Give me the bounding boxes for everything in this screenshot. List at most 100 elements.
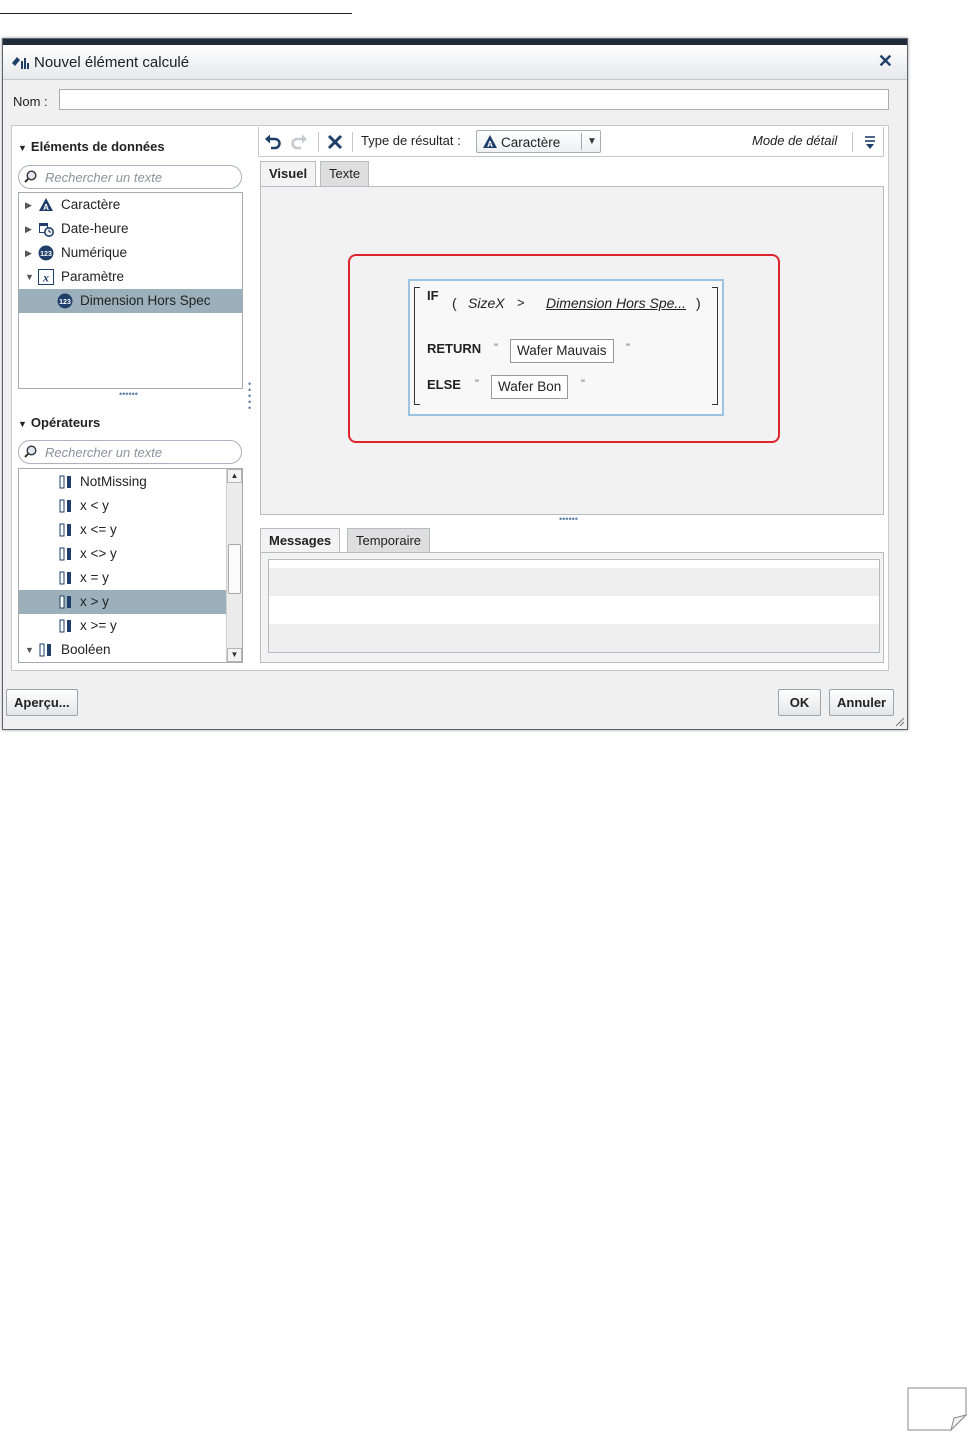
else-keyword: ELSE bbox=[427, 377, 461, 392]
tab-visual[interactable]: Visuel bbox=[260, 161, 317, 186]
operator-item[interactable]: x = y bbox=[19, 566, 226, 590]
operators-header[interactable]: ▼ Opérateurs bbox=[18, 415, 100, 430]
svg-text:123: 123 bbox=[59, 299, 71, 306]
scroll-up-arrow-icon[interactable]: ▲ bbox=[227, 469, 242, 483]
return-keyword: RETURN bbox=[427, 341, 482, 356]
horizontal-splitter[interactable]: •••••• bbox=[119, 390, 138, 399]
editor-toolbar: Type de résultat : A Caractère ▼ Mode de… bbox=[258, 127, 884, 157]
page-top-rule bbox=[0, 13, 352, 14]
tree-item-character[interactable]: ▶ A Caractère bbox=[19, 193, 242, 217]
boolean-icon bbox=[38, 642, 54, 658]
svg-text:123: 123 bbox=[40, 251, 52, 258]
character-icon: A bbox=[39, 198, 53, 212]
tab-messages[interactable]: Messages bbox=[260, 528, 341, 553]
parameter-icon: x bbox=[38, 269, 54, 285]
tab-temporary[interactable]: Temporaire bbox=[347, 528, 431, 553]
search-placeholder: Rechercher un texte bbox=[45, 170, 163, 185]
operator-icon bbox=[58, 474, 74, 490]
message-row bbox=[269, 568, 879, 596]
overflow-menu-icon[interactable] bbox=[861, 133, 879, 151]
dropdown-arrow-icon[interactable]: ▼ bbox=[581, 133, 597, 150]
ok-button[interactable]: OK bbox=[778, 689, 821, 716]
cancel-button[interactable]: Annuler bbox=[829, 689, 895, 716]
close-parenthesis: ) bbox=[696, 295, 701, 311]
visual-editor-canvas[interactable]: IF ( SizeX > Dimension Hors Spe... ) RET… bbox=[260, 186, 884, 515]
collapse-arrow-icon[interactable]: ▼ bbox=[25, 265, 34, 289]
operator-item[interactable]: x >= y bbox=[19, 614, 226, 638]
numeric-icon: 123 bbox=[38, 245, 54, 261]
result-type-value: Caractère bbox=[501, 135, 561, 150]
search-icon bbox=[24, 445, 37, 458]
expand-arrow-icon[interactable]: ▶ bbox=[25, 241, 32, 265]
redo-icon[interactable] bbox=[290, 133, 308, 151]
preview-button[interactable]: Aperçu... bbox=[6, 689, 78, 716]
close-quote: " bbox=[626, 342, 630, 354]
result-type-label: Type de résultat : bbox=[361, 133, 461, 148]
operator-item[interactable]: x <> y bbox=[19, 542, 226, 566]
tab-text[interactable]: Texte bbox=[320, 161, 370, 186]
toolbar-separator bbox=[352, 132, 353, 152]
operator-item[interactable]: x <= y bbox=[19, 518, 226, 542]
scrollbar-thumb[interactable] bbox=[228, 544, 241, 594]
page-corner-icon bbox=[907, 1387, 967, 1431]
operator-icon bbox=[58, 618, 74, 634]
operators-scrollbar[interactable]: ▲ ▼ bbox=[226, 469, 242, 662]
messages-panel bbox=[260, 552, 884, 663]
search-placeholder: Rechercher un texte bbox=[45, 445, 163, 460]
toolbar-separator bbox=[318, 132, 319, 152]
data-items-tree: ▶ A Caractère ▶ Date-heure ▶ 123 Numériq… bbox=[18, 192, 243, 389]
operator-icon bbox=[58, 546, 74, 562]
datetime-icon bbox=[39, 223, 54, 237]
message-row bbox=[269, 596, 879, 624]
open-quote: " bbox=[475, 378, 479, 390]
calculated-item-dialog: Nouvel élément calculé ✕ Nom : ▼ Eléments… bbox=[2, 38, 908, 730]
right-operand-parameter[interactable]: Dimension Hors Spe... bbox=[546, 295, 686, 311]
scroll-down-arrow-icon[interactable]: ▼ bbox=[227, 648, 242, 662]
expand-arrow-icon[interactable]: ▶ bbox=[25, 217, 32, 241]
character-icon: A bbox=[483, 135, 497, 149]
operator-item[interactable]: NotMissing bbox=[19, 470, 226, 494]
delete-icon[interactable] bbox=[326, 133, 344, 151]
messages-list bbox=[268, 559, 880, 653]
svg-text:x: x bbox=[42, 271, 49, 285]
close-icon[interactable]: ✕ bbox=[878, 51, 893, 72]
operator-group-boolean[interactable]: ▼ Booléen bbox=[19, 638, 226, 662]
editor-splitter[interactable]: •••••• bbox=[559, 515, 578, 524]
resize-grip-icon[interactable] bbox=[895, 717, 905, 727]
dialog-header: Nouvel élément calculé ✕ bbox=[3, 45, 907, 80]
return-value-field[interactable]: Wafer Mauvais bbox=[510, 339, 614, 363]
tree-item-dimension-hors-spec[interactable]: 123 Dimension Hors Spec bbox=[19, 289, 242, 313]
left-operand[interactable]: SizeX bbox=[468, 295, 505, 311]
operator-item[interactable]: x < y bbox=[19, 494, 226, 518]
if-keyword: IF bbox=[427, 288, 439, 303]
tree-item-parameter[interactable]: ▼ x Paramètre bbox=[19, 265, 242, 289]
operator-icon bbox=[58, 498, 74, 514]
data-items-header[interactable]: ▼ Eléments de données bbox=[18, 139, 165, 154]
name-label: Nom : bbox=[13, 94, 48, 109]
data-items-search[interactable]: Rechercher un texte bbox=[18, 165, 242, 189]
collapse-arrow-icon[interactable]: ▼ bbox=[25, 638, 34, 662]
vertical-splitter[interactable]: • • • • • bbox=[248, 380, 252, 413]
tree-item-numeric[interactable]: ▶ 123 Numérique bbox=[19, 241, 242, 265]
toolbar-separator bbox=[852, 132, 853, 152]
tree-item-datetime[interactable]: ▶ Date-heure bbox=[19, 217, 242, 241]
search-icon bbox=[24, 170, 37, 183]
collapse-triangle-icon: ▼ bbox=[18, 143, 27, 153]
result-type-select[interactable]: A Caractère ▼ bbox=[476, 130, 601, 153]
svg-text:A: A bbox=[487, 140, 493, 149]
editor-body: ▼ Eléments de données Rechercher un texte… bbox=[11, 125, 889, 671]
undo-icon[interactable] bbox=[264, 133, 282, 151]
if-expression-block[interactable]: IF ( SizeX > Dimension Hors Spe... ) RET… bbox=[408, 279, 724, 416]
operator-item-selected[interactable]: x > y bbox=[19, 590, 226, 614]
comparison-operator[interactable]: > bbox=[517, 295, 525, 310]
collapse-triangle-icon: ▼ bbox=[18, 419, 27, 429]
calculated-item-icon bbox=[12, 57, 29, 69]
operators-list: NotMissing x < y x <= y x <> y x = y x >… bbox=[18, 468, 243, 663]
close-quote: " bbox=[581, 378, 585, 390]
expression-left-bracket bbox=[414, 287, 420, 405]
expand-arrow-icon[interactable]: ▶ bbox=[25, 193, 32, 217]
else-value-field[interactable]: Wafer Bon bbox=[491, 375, 569, 399]
operators-search[interactable]: Rechercher un texte bbox=[18, 440, 242, 464]
detail-mode-label[interactable]: Mode de détail bbox=[752, 133, 837, 148]
name-input[interactable] bbox=[59, 89, 889, 110]
